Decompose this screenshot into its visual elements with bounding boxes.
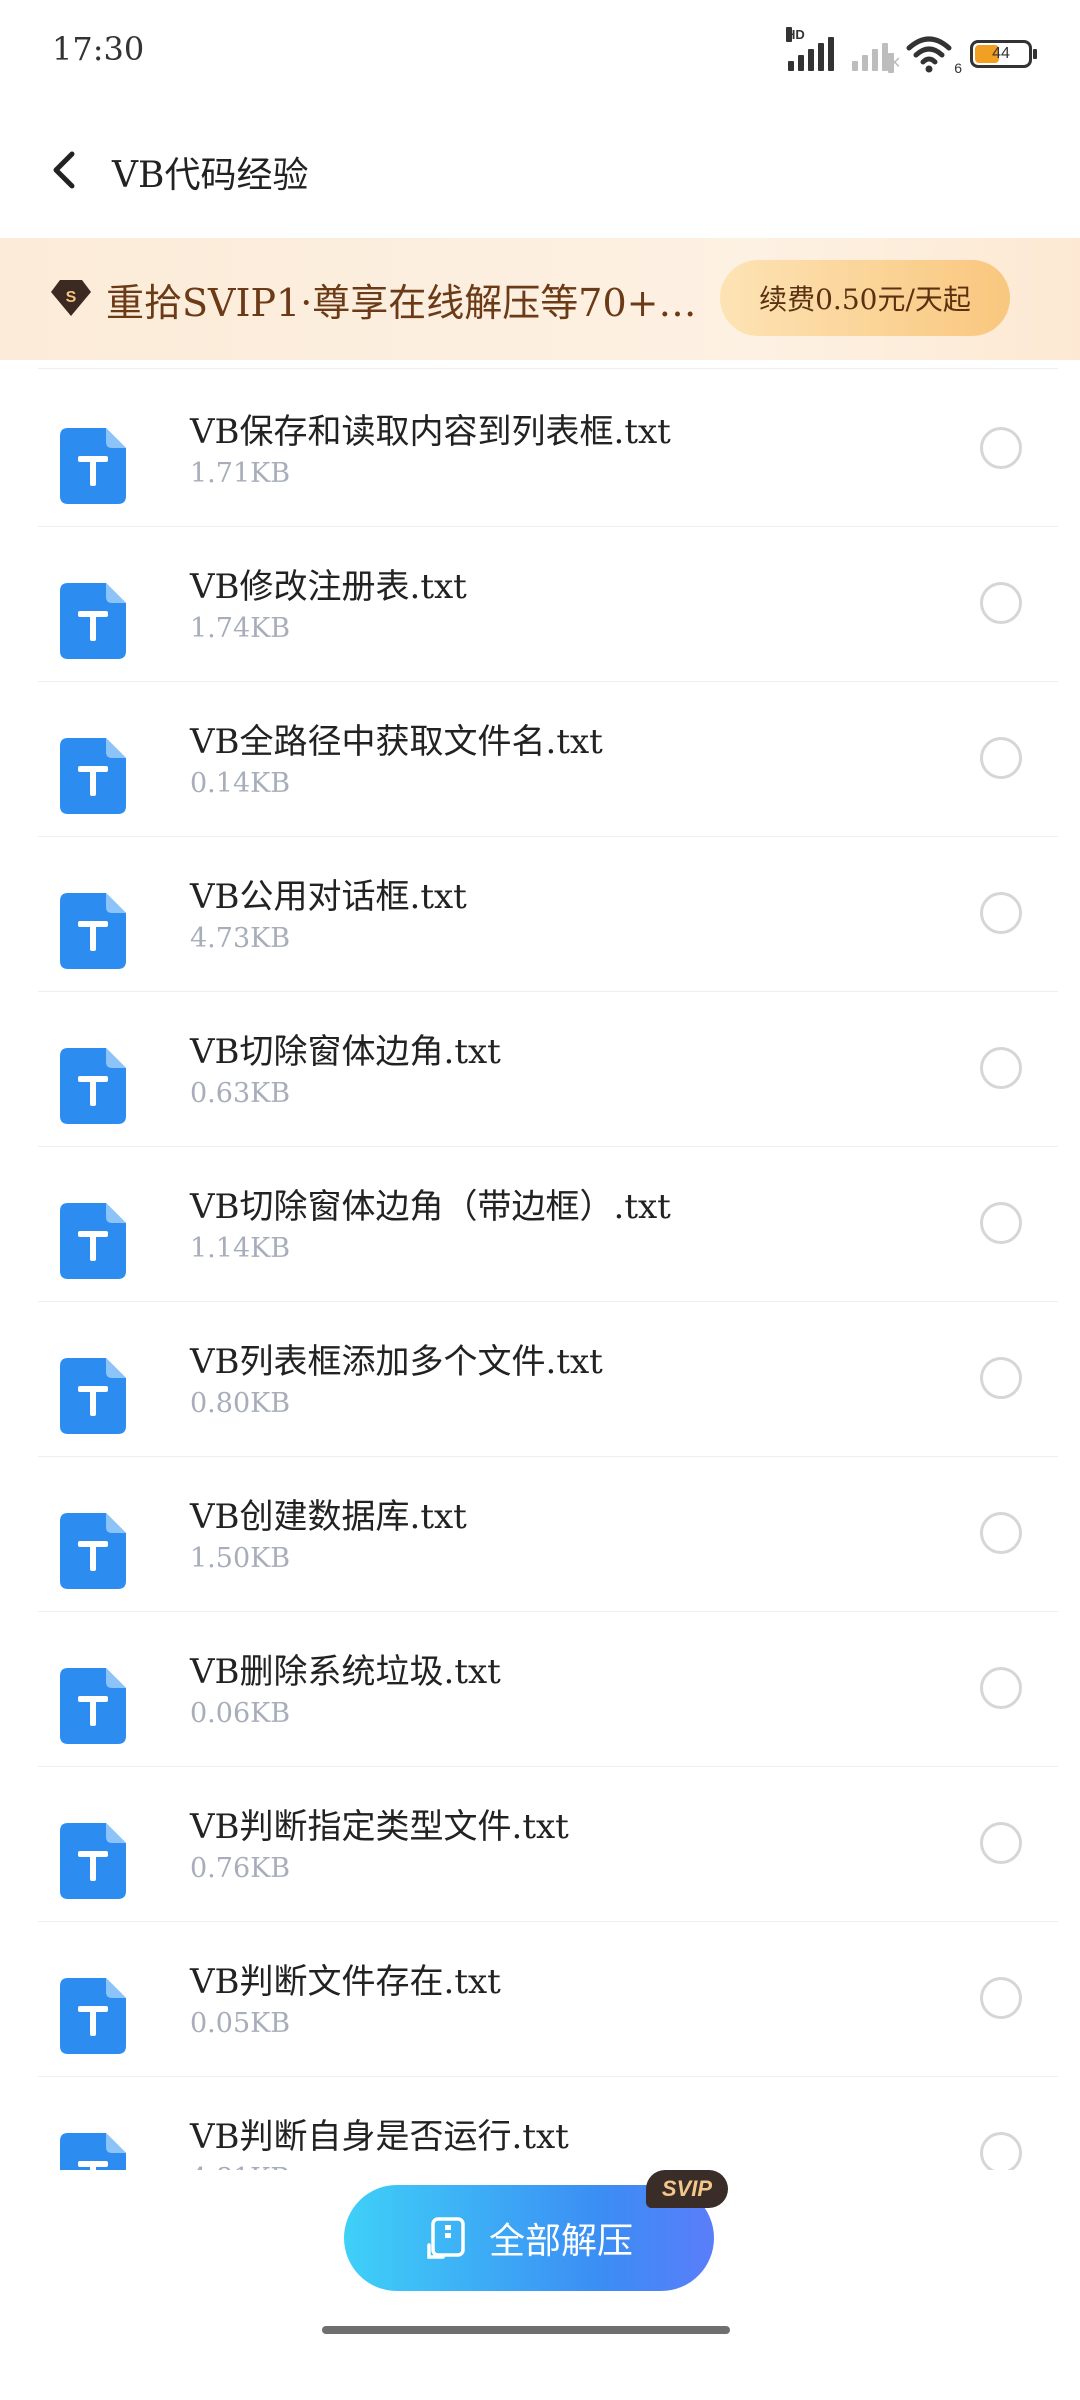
extract-icon <box>427 2217 465 2259</box>
file-name: VB创建数据库.txt <box>190 1497 467 1537</box>
file-size: 4.81KB <box>190 2163 290 2170</box>
file-row[interactable]: VB切除窗体边角（带边框）.txt 1.14KB <box>0 1147 1080 1302</box>
file-size: 4.73KB <box>190 923 291 954</box>
txt-file-icon <box>60 2133 126 2170</box>
file-size: 0.76KB <box>190 1853 291 1884</box>
file-size: 0.63KB <box>190 1078 291 1109</box>
txt-file-icon <box>60 893 126 969</box>
home-indicator[interactable] <box>322 2326 730 2334</box>
file-name: VB切除窗体边角（带边框）.txt <box>190 1187 671 1227</box>
page-title: VB代码经验 <box>112 155 309 196</box>
txt-file-icon <box>60 1513 126 1589</box>
txt-file-icon <box>60 1668 126 1744</box>
wifi-icon: 6 <box>906 34 962 76</box>
select-radio[interactable] <box>980 1822 1022 1864</box>
file-row[interactable]: VB判断文件存在.txt 0.05KB <box>0 1922 1080 2077</box>
wifi-label: 6 <box>954 60 962 76</box>
file-row[interactable]: VB判断自身是否运行.txt 4.81KB <box>0 2077 1080 2170</box>
extract-all-label: 全部解压 <box>488 2221 633 2262</box>
file-row[interactable]: VB保存和读取内容到列表框.txt 1.71KB <box>0 372 1080 527</box>
file-row[interactable]: VB删除系统垃圾.txt 0.06KB <box>0 1612 1080 1767</box>
select-radio[interactable] <box>980 1202 1022 1244</box>
banner-text: 重拾SVIP1·尊享在线解压等70+… <box>106 281 697 325</box>
txt-file-icon <box>60 1823 126 1899</box>
txt-file-icon <box>60 583 126 659</box>
select-radio[interactable] <box>980 737 1022 779</box>
status-icons: HD ✕ 6 44 <box>786 27 1037 78</box>
battery-level: 44 <box>992 45 1010 62</box>
file-size: 0.80KB <box>190 1388 291 1419</box>
file-name: VB判断文件存在.txt <box>190 1962 501 2002</box>
battery-icon: 44 <box>970 40 1037 68</box>
file-name: VB全路径中获取文件名.txt <box>190 722 603 762</box>
file-name: VB判断自身是否运行.txt <box>190 2117 569 2157</box>
divider <box>38 368 1058 369</box>
select-radio[interactable] <box>980 1667 1022 1709</box>
cellular-signal-icon: HD <box>786 27 834 71</box>
txt-file-icon <box>60 428 126 504</box>
status-bar: 17:30 HD ✕ 6 44 <box>0 0 1080 110</box>
txt-file-icon <box>60 1048 126 1124</box>
select-radio[interactable] <box>980 1512 1022 1554</box>
svip-banner[interactable]: S 重拾SVIP1·尊享在线解压等70+… 续费0.50元/天起 <box>0 238 1080 360</box>
select-radio[interactable] <box>980 1977 1022 2019</box>
cellular-signal-2-icon: ✕ <box>852 37 901 73</box>
svip-badge: SVIP <box>646 2170 728 2208</box>
file-row[interactable]: VB切除窗体边角.txt 0.63KB <box>0 992 1080 1147</box>
file-row[interactable]: VB修改注册表.txt 1.74KB <box>0 527 1080 682</box>
file-name: VB判断指定类型文件.txt <box>190 1807 569 1847</box>
txt-file-icon <box>60 1203 126 1279</box>
file-name: VB保存和读取内容到列表框.txt <box>190 412 671 452</box>
txt-file-icon <box>60 1358 126 1434</box>
file-name: VB修改注册表.txt <box>190 567 467 607</box>
file-name: VB切除窗体边角.txt <box>190 1032 501 1072</box>
txt-file-icon <box>60 738 126 814</box>
select-radio[interactable] <box>980 892 1022 934</box>
select-radio[interactable] <box>980 1047 1022 1089</box>
renew-button[interactable]: 续费0.50元/天起 <box>720 260 1010 336</box>
diamond-icon: S <box>51 280 91 316</box>
file-list: VB保存和读取内容到列表框.txt 1.71KB VB修改注册表.txt 1.74KB… <box>0 368 1080 2170</box>
file-row[interactable]: VB公用对话框.txt 4.73KB <box>0 837 1080 992</box>
header: VB代码经验 <box>0 110 1080 238</box>
file-row[interactable]: VB判断指定类型文件.txt 0.76KB <box>0 1767 1080 1922</box>
file-size: 1.71KB <box>190 458 291 489</box>
file-name: VB删除系统垃圾.txt <box>190 1652 501 1692</box>
file-size: 1.14KB <box>190 1233 291 1264</box>
file-size: 0.06KB <box>190 1698 291 1729</box>
file-row[interactable]: VB列表框添加多个文件.txt 0.80KB <box>0 1302 1080 1457</box>
file-size: 0.05KB <box>190 2008 291 2039</box>
select-radio[interactable] <box>980 2132 1022 2170</box>
select-radio[interactable] <box>980 427 1022 469</box>
file-size: 1.74KB <box>190 613 291 644</box>
file-size: 1.50KB <box>190 1543 291 1574</box>
file-size: 0.14KB <box>190 768 291 799</box>
chevron-left-icon[interactable] <box>50 148 78 192</box>
file-name: VB列表框添加多个文件.txt <box>190 1342 603 1382</box>
txt-file-icon <box>60 1978 126 2054</box>
select-radio[interactable] <box>980 1357 1022 1399</box>
file-name: VB公用对话框.txt <box>190 877 467 917</box>
svg-text:S: S <box>66 289 77 306</box>
status-time: 17:30 <box>52 30 145 68</box>
select-radio[interactable] <box>980 582 1022 624</box>
file-row[interactable]: VB全路径中获取文件名.txt 0.14KB <box>0 682 1080 837</box>
hd-label: HD <box>786 27 805 42</box>
file-row[interactable]: VB创建数据库.txt 1.50KB <box>0 1457 1080 1612</box>
